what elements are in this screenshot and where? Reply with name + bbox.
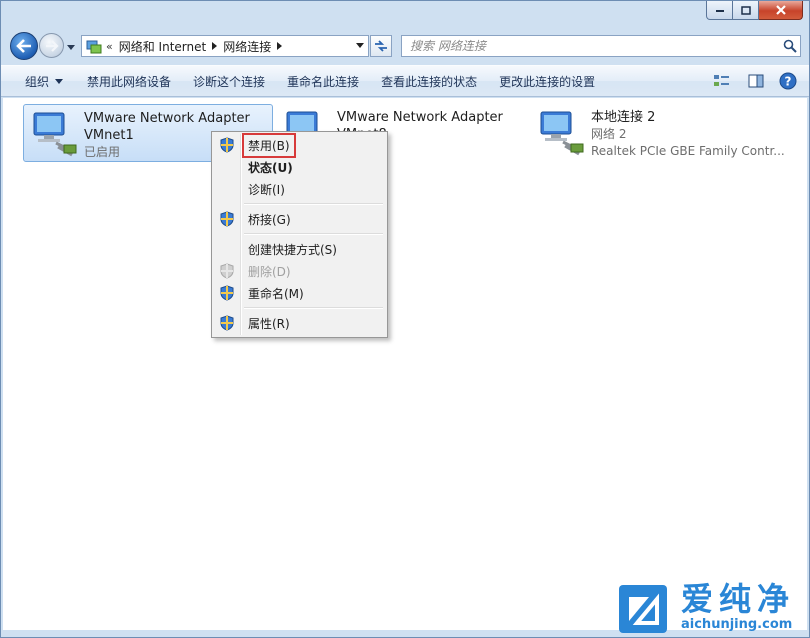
recent-pages-dropdown[interactable] <box>66 42 76 52</box>
disable-device-button[interactable]: 禁用此网络设备 <box>79 69 179 93</box>
preview-pane-icon <box>748 74 764 88</box>
refresh-button[interactable] <box>370 35 392 57</box>
chevron-down-icon <box>55 78 64 84</box>
uac-shield-icon <box>214 211 240 227</box>
menu-item-label: 删除(D) <box>248 264 291 279</box>
organize-label: 组织 <box>25 74 50 89</box>
rename-button[interactable]: 重命名此连接 <box>279 69 367 93</box>
help-icon: ? <box>779 72 797 90</box>
window-controls <box>706 1 803 21</box>
context-menu: 禁用(B) 状态(U) 诊断(I) 桥接(G) 创建快捷方式(S) 删除(D) <box>211 131 388 338</box>
organize-button[interactable]: 组织 <box>17 69 71 93</box>
file-list-pane: VMware Network Adapter VMnet1 已启用 VMware… <box>3 98 807 633</box>
menu-item-label: 禁用(B) <box>242 132 296 158</box>
arrow-right-icon <box>45 39 59 52</box>
menu-item-label: 桥接(G) <box>248 212 291 227</box>
menu-item-properties[interactable]: 属性(R) <box>214 312 385 334</box>
menu-item-delete: 删除(D) <box>214 260 385 282</box>
maximize-button[interactable] <box>733 1 759 20</box>
close-icon <box>775 5 786 15</box>
connection-device: 网络 2 <box>591 127 627 141</box>
connection-name: VMware Network Adapter <box>337 110 503 125</box>
uac-shield-icon <box>214 137 240 153</box>
uac-shield-icon <box>214 285 240 301</box>
search-icon[interactable] <box>780 36 800 56</box>
back-button[interactable] <box>10 32 38 60</box>
preview-pane-button[interactable] <box>745 70 767 92</box>
menu-separator <box>214 230 385 238</box>
forward-button[interactable] <box>39 33 64 58</box>
refresh-icon <box>375 40 387 52</box>
uac-shield-icon <box>214 263 240 279</box>
address-bar[interactable]: « 网络和 Internet 网络连接 <box>81 35 369 57</box>
connection-name: 本地连接 2 <box>591 110 656 125</box>
close-button[interactable] <box>759 1 803 20</box>
menu-item-create-shortcut[interactable]: 创建快捷方式(S) <box>214 238 385 260</box>
view-list-icon <box>714 75 729 86</box>
watermark-logo <box>619 585 667 633</box>
watermark-text: 爱纯净 aichunjing.com <box>681 581 795 633</box>
breadcrumb-arrow-icon[interactable] <box>212 42 218 50</box>
menu-item-rename[interactable]: 重命名(M) <box>214 282 385 304</box>
menu-item-status[interactable]: 状态(U) <box>214 156 385 178</box>
menu-item-bridge[interactable]: 桥接(G) <box>214 208 385 230</box>
help-button[interactable]: ? <box>777 70 799 92</box>
navigation-bar: « 网络和 Internet 网络连接 <box>1 29 809 63</box>
connection-name: VMware Network Adapter <box>84 111 250 126</box>
breadcrumb-arrow-icon[interactable] <box>277 42 283 50</box>
menu-item-label: 诊断(I) <box>248 182 285 197</box>
minimize-icon <box>715 10 724 12</box>
connection-item[interactable]: 本地连接 2 网络 2 Realtek PCIe GBE Family Cont… <box>531 104 799 162</box>
breadcrumb-network-connections[interactable]: 网络连接 <box>223 38 271 55</box>
network-adapter-icon <box>540 111 584 156</box>
breadcrumb-overflow[interactable]: « <box>106 40 113 53</box>
menu-item-label: 属性(R) <box>248 316 290 331</box>
change-settings-button[interactable]: 更改此连接的设置 <box>491 69 603 93</box>
connection-status: Realtek PCIe GBE Family Contr... <box>591 144 785 158</box>
diagnose-button[interactable]: 诊断这个连接 <box>185 69 273 93</box>
view-tools: ? <box>713 70 799 92</box>
arrow-left-icon <box>16 39 31 53</box>
uac-shield-icon <box>214 315 240 331</box>
menu-item-diagnose[interactable]: 诊断(I) <box>214 178 385 200</box>
change-view-button[interactable] <box>713 70 735 92</box>
address-dropdown-icon[interactable] <box>356 43 364 48</box>
maximize-icon <box>740 5 751 15</box>
search-box <box>401 35 801 57</box>
menu-item-label: 创建快捷方式(S) <box>248 242 337 257</box>
menu-item-label: 状态(U) <box>248 160 293 175</box>
view-status-button[interactable]: 查看此连接的状态 <box>373 69 485 93</box>
minimize-button[interactable] <box>706 1 733 20</box>
network-adapter-icon <box>33 112 77 157</box>
watermark-url: aichunjing.com <box>681 617 793 632</box>
watermark-brand: 爱纯净 <box>681 580 796 618</box>
menu-separator <box>214 200 385 208</box>
svg-text:?: ? <box>785 75 792 89</box>
command-bar: 组织 禁用此网络设备 诊断这个连接 重命名此连接 查看此连接的状态 更改此连接的… <box>1 65 809 97</box>
breadcrumb-network-internet[interactable]: 网络和 Internet <box>119 38 206 55</box>
menu-separator <box>214 304 385 312</box>
chevron-down-icon <box>67 44 75 50</box>
menu-item-label: 重命名(M) <box>248 286 304 301</box>
menu-item-disable[interactable]: 禁用(B) <box>214 132 385 158</box>
network-folder-icon <box>85 37 103 55</box>
search-input[interactable] <box>402 36 780 56</box>
explorer-window: « 网络和 Internet 网络连接 组织 禁用此网络设备 诊断这个连接 重命… <box>0 0 810 638</box>
brand-logo-icon <box>629 593 659 625</box>
